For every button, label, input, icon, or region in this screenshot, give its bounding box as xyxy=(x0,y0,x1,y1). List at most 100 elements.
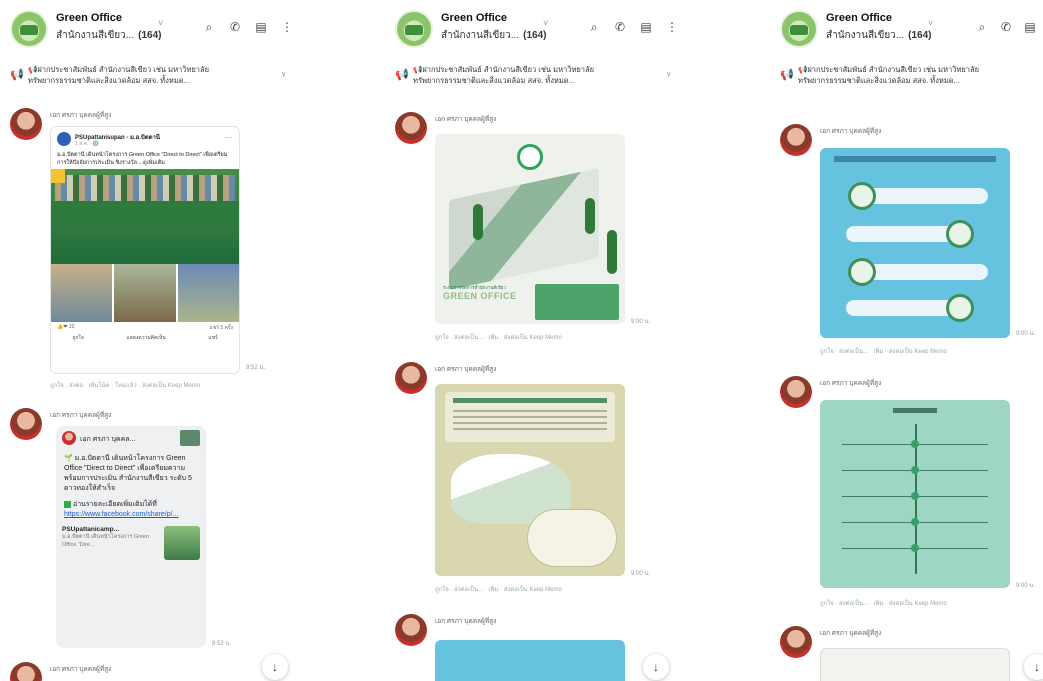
link-message-card[interactable]: เอก ศรภา บุคคล... 🌱 ม.อ.ปัตตานี เดินหน้า… xyxy=(56,426,206,648)
megaphone-icon: 📢 xyxy=(395,69,409,81)
group-subtitle: สำนักงานสีเขียว... (164) xyxy=(441,30,547,41)
message-time: 8:52 น. xyxy=(246,365,266,371)
sender-avatar[interactable] xyxy=(395,614,427,646)
avatar xyxy=(62,431,76,445)
message-time: 9:00 น. xyxy=(631,571,651,577)
fb-reaction-row: 👍❤ 10 แชร์ 5 ครั้ง xyxy=(51,322,239,334)
infographic-caption: ระบบการจัดการสำนักงานสีเขียว GREEN OFFIC… xyxy=(443,284,533,314)
group-avatar[interactable] xyxy=(10,10,48,48)
chat-header: Green Office สำนักงานสีเขียว... (164) ˅ ⌕… xyxy=(395,6,679,52)
sender-avatar[interactable] xyxy=(10,662,42,681)
announcement-text: 📢ฝากประชาสัมพันธ์ สำนักงานสีเขียว เช่น ม… xyxy=(28,65,209,85)
search-icon[interactable]: ⌕ xyxy=(202,20,216,35)
header-actions: ⌕ ✆ ▤ ⋮ xyxy=(587,20,679,35)
message-actions[interactable]: ถูกใจ · ส่งต่อเป็น... · เพิ่ม · ส่งต่อเป… xyxy=(820,598,947,608)
photo-banner xyxy=(51,201,239,225)
tree-illustration xyxy=(607,230,617,274)
sender-avatar[interactable] xyxy=(395,112,427,144)
fb-like-button[interactable]: ถูกใจ xyxy=(72,334,83,346)
panel-icon[interactable]: ▤ xyxy=(1023,20,1037,35)
timeline-point xyxy=(911,466,919,474)
group-avatar[interactable] xyxy=(395,10,433,48)
sender-name: เอก ศรภา บุคคลผู้ที่สูง xyxy=(50,666,112,673)
link-card-body: 🌱 ม.อ.ปัตตานี เดินหน้าโครงการ Green Offi… xyxy=(56,452,206,522)
fb-share-button[interactable]: แชร์ xyxy=(208,334,217,346)
infographic-node xyxy=(946,294,974,322)
chat-panel-3: Green Office สำนักงานสีเขียว... (164) ˅ ⌕… xyxy=(770,0,1043,681)
link-card-thumbnail xyxy=(180,430,200,446)
message-actions[interactable]: ถูกใจ · ส่งต่อ · เพิ่มโน้ต · ใหม่แล้ว · … xyxy=(50,380,200,390)
sender-avatar[interactable] xyxy=(10,408,42,440)
timeline-point xyxy=(911,492,919,500)
group-title[interactable]: Green Office xyxy=(441,12,507,24)
scroll-down-button[interactable]: ↓ xyxy=(1024,654,1043,680)
message-text: 🌱 ม.อ.ปัตตานี เดินหน้าโครงการ Green Offi… xyxy=(64,455,192,492)
message-link[interactable]: https://www.facebook.com/share/p/... xyxy=(64,510,198,520)
fb-comment-button[interactable]: แสดงความคิดเห็น xyxy=(126,334,165,346)
chevron-down-icon[interactable]: ˅ xyxy=(543,18,548,28)
scroll-down-button[interactable]: ↓ xyxy=(262,654,288,680)
announcement-bar[interactable]: 📢 📢ฝากประชาสัมพันธ์ สำนักงานสีเขียว เช่น… xyxy=(395,62,671,96)
announcement-bar[interactable]: 📢 📢ฝากประชาสัมพันธ์ สำนักงานสีเขียว เช่น… xyxy=(780,62,1029,96)
infographic-text-panel xyxy=(535,284,619,320)
sender-avatar[interactable] xyxy=(780,376,812,408)
phone-icon[interactable]: ✆ xyxy=(228,20,242,35)
group-title[interactable]: Green Office xyxy=(56,12,122,24)
chevron-down-icon[interactable]: ˅ xyxy=(281,70,286,79)
green-office-logo xyxy=(517,144,543,170)
text-line xyxy=(453,428,607,430)
group-subtitle: สำนักงานสีเขียว... (164) xyxy=(56,30,162,41)
phone-icon[interactable]: ✆ xyxy=(613,20,627,35)
search-icon[interactable]: ⌕ xyxy=(587,20,601,35)
link-preview-image xyxy=(164,526,200,560)
sender-name: เอก ศรภา บุคคลผู้ที่สูง xyxy=(50,412,112,419)
message: เอก ศรภา บุคคลผู้ที่สูง 9:00 น. ถูกใจ · … xyxy=(780,124,1037,364)
infographic-title: GREEN OFFICE xyxy=(443,291,517,301)
tree-illustration xyxy=(585,198,595,234)
announcement-bar[interactable]: 📢 📢ฝากประชาสัมพันธ์ สำนักงานสีเขียว เช่น… xyxy=(10,62,286,96)
sender-name: เอก ศรภา บุคคลผู้ที่สูง xyxy=(50,112,112,119)
text-line xyxy=(453,410,607,412)
sender-name: เอก ศรภา บุคคลผู้ที่สูง xyxy=(820,630,882,637)
megaphone-icon: 📢 xyxy=(10,69,24,81)
phone-icon[interactable]: ✆ xyxy=(999,20,1013,35)
infographic-image[interactable] xyxy=(435,384,625,576)
infographic-image[interactable] xyxy=(820,148,1010,338)
chevron-down-icon[interactable]: ˅ xyxy=(928,18,933,28)
facebook-share-card[interactable]: PSUpattanisupan - ม.อ.ปัตตานี 1 ส.ค. · 🌐… xyxy=(50,126,240,374)
message: เอก ศรภา บุคคลผู้ที่สูง เอก ศรภา บุคคล..… xyxy=(10,408,294,658)
message-time: 9:00 น. xyxy=(1016,583,1036,589)
sender-avatar[interactable] xyxy=(10,108,42,140)
panel-icon[interactable]: ▤ xyxy=(254,20,268,35)
group-title[interactable]: Green Office xyxy=(826,12,892,24)
sender-avatar[interactable] xyxy=(395,362,427,394)
sender-avatar[interactable] xyxy=(780,626,812,658)
message-actions[interactable]: ถูกใจ · ส่งต่อเป็น... · เพิ่ม · ส่งต่อเป… xyxy=(435,584,562,594)
fb-reaction-count: 👍❤ 10 xyxy=(57,324,75,330)
more-icon[interactable]: ··· xyxy=(225,133,233,142)
chevron-down-icon[interactable]: ˅ xyxy=(666,70,671,79)
timeline-point xyxy=(911,544,919,552)
message-actions[interactable]: ถูกใจ · ส่งต่อเป็น... · เพิ่ม · ส่งต่อเป… xyxy=(820,346,947,356)
link-preview[interactable]: PSUpattanicamp... ม.อ.ปัตตานี เดินหน้าโค… xyxy=(62,526,200,566)
message-actions[interactable]: ถูกใจ · ส่งต่อเป็น... · เพิ่ม · ส่งต่อเป… xyxy=(435,332,562,342)
more-icon[interactable]: ⋮ xyxy=(280,20,294,35)
more-icon[interactable]: ⋮ xyxy=(665,20,679,35)
scroll-down-button[interactable]: ↓ xyxy=(643,654,669,680)
infographic-text-block xyxy=(445,392,615,442)
sender-avatar[interactable] xyxy=(780,124,812,156)
infographic-callout xyxy=(527,509,617,567)
search-icon[interactable]: ⌕ xyxy=(975,20,989,35)
group-avatar[interactable] xyxy=(780,10,818,48)
megaphone-icon: 📢 xyxy=(780,69,794,81)
chevron-down-icon[interactable]: ˅ xyxy=(158,18,163,28)
sender-name: เอก ศรภา บุคคลผู้ที่สูง xyxy=(820,128,882,135)
infographic-image[interactable] xyxy=(820,400,1010,588)
fb-action-row: ถูกใจ แสดงความคิดเห็น แชร์ xyxy=(51,334,239,346)
timeline-point xyxy=(911,440,919,448)
table-image[interactable] xyxy=(820,648,1010,681)
infographic-image[interactable] xyxy=(435,640,625,681)
infographic-image[interactable]: ระบบการจัดการสำนักงานสีเขียว GREEN OFFIC… xyxy=(435,134,625,324)
panel-icon[interactable]: ▤ xyxy=(639,20,653,35)
group-photo xyxy=(55,175,235,201)
